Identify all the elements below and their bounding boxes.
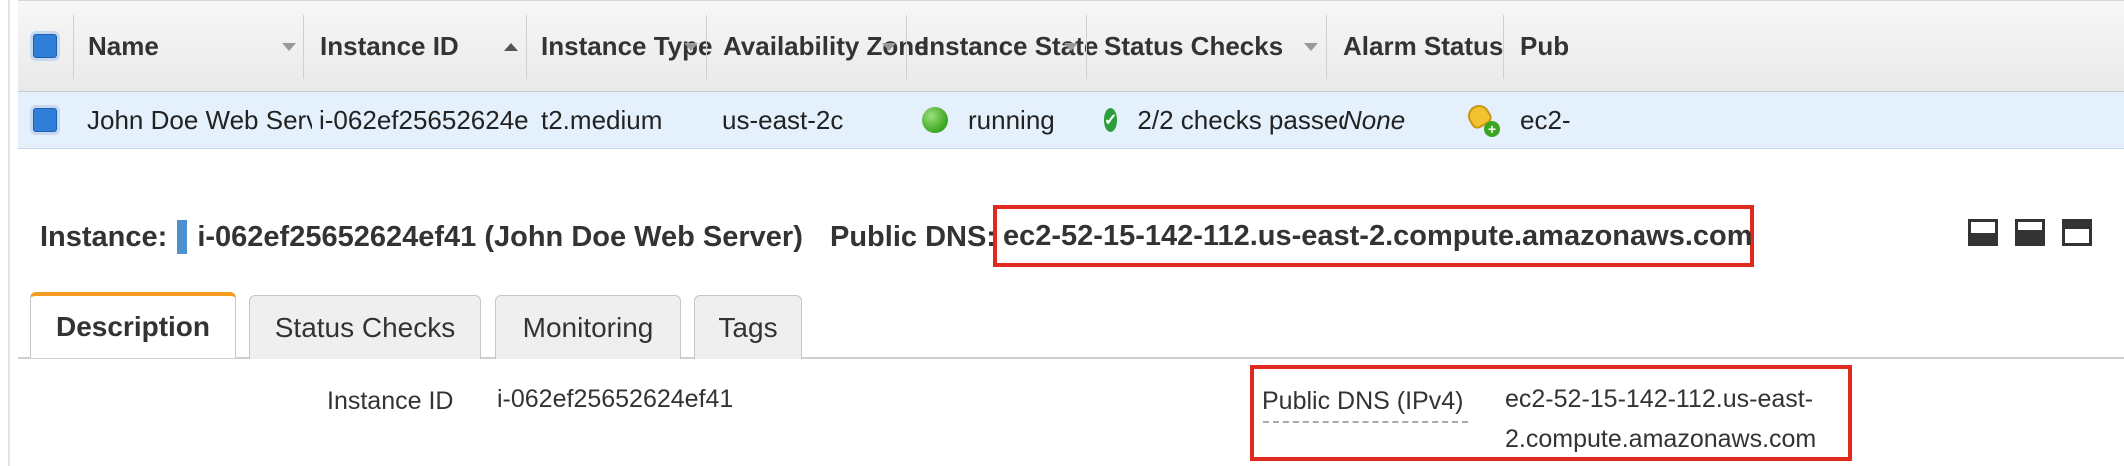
column-separator bbox=[1086, 15, 1087, 79]
layout-fill bbox=[2065, 222, 2089, 229]
sort-chevron-icon[interactable] bbox=[1064, 43, 1078, 51]
row-checkbox[interactable] bbox=[30, 105, 60, 135]
cell-public-dns: ec2- bbox=[1520, 104, 1571, 135]
layout-fill bbox=[2018, 230, 2042, 243]
column-header-availability-zone[interactable]: Availability Zone bbox=[723, 1, 943, 91]
tab-monitoring[interactable]: Monitoring bbox=[495, 295, 681, 359]
instances-table: Name Instance ID Instance Type Availabil… bbox=[0, 0, 2124, 150]
public-dns-ipv4-value-line2: 2.compute.amazonaws.com bbox=[1505, 425, 1817, 453]
cell-name: John Doe Web Server bbox=[87, 104, 312, 135]
cell-instance-state: running bbox=[922, 92, 1102, 148]
instance-id-value: i-062ef25652624ef41 bbox=[497, 385, 734, 413]
check-circle-icon: ✓ bbox=[1104, 108, 1118, 132]
sort-chevron-icon[interactable] bbox=[1304, 43, 1318, 51]
instance-label: Instance: bbox=[40, 220, 168, 253]
tab-tags[interactable]: Tags bbox=[694, 295, 802, 359]
cell-alarm-status: None bbox=[1343, 104, 1406, 135]
column-separator bbox=[1503, 15, 1504, 79]
public-dns-value[interactable]: ec2-52-15-142-112.us-east-2.compute.amaz… bbox=[1003, 220, 1753, 253]
instance-title: i-062ef25652624ef41 (John Doe Web Server… bbox=[197, 220, 803, 253]
instance-id-label: Instance ID bbox=[327, 387, 454, 415]
column-header-alarm-status[interactable]: Alarm Status bbox=[1343, 1, 1513, 91]
instance-state-text: running bbox=[968, 104, 1055, 135]
panel-layout-bottom-icon[interactable] bbox=[1968, 219, 1998, 246]
label-tooltip-underline bbox=[1263, 421, 1468, 423]
public-dns-label: Public DNS: bbox=[830, 220, 996, 253]
green-dot-icon bbox=[922, 107, 948, 133]
panel-layout-half-icon[interactable] bbox=[2015, 219, 2045, 246]
public-dns-highlight: ec2-52-15-142-112.us-east-2.compute.amaz… bbox=[993, 205, 1754, 267]
add-alarm-icon[interactable]: + bbox=[1466, 100, 1500, 137]
sort-ascending-icon[interactable] bbox=[504, 43, 518, 51]
column-separator bbox=[526, 15, 527, 79]
status-checks-text[interactable]: 2/2 checks passed bbox=[1137, 105, 1344, 136]
column-separator bbox=[706, 15, 707, 79]
cell-availability-zone: us-east-2c bbox=[722, 104, 844, 135]
public-dns-ipv4-label: Public DNS (IPv4) bbox=[1262, 387, 1464, 415]
sort-chevron-icon[interactable] bbox=[684, 43, 698, 51]
instance-color-marker bbox=[177, 220, 188, 254]
column-header-name[interactable]: Name bbox=[88, 1, 288, 91]
panel-layout-full-icon[interactable] bbox=[2062, 219, 2092, 246]
resize-handle[interactable]: ··· bbox=[1060, 198, 1120, 214]
column-header-instance-state[interactable]: Instance State bbox=[922, 1, 1112, 91]
column-separator bbox=[1326, 15, 1327, 79]
select-all-cell bbox=[30, 1, 70, 91]
layout-fill bbox=[1971, 233, 1995, 243]
column-header-status-checks[interactable]: Status Checks bbox=[1104, 1, 1304, 91]
column-separator bbox=[73, 15, 74, 79]
cell-instance-id: i-062ef25652624ef41 bbox=[319, 104, 529, 135]
plus-badge: + bbox=[1484, 121, 1500, 137]
public-dns-ipv4-value-line1: ec2-52-15-142-112.us-east- bbox=[1505, 385, 1814, 413]
column-separator bbox=[906, 15, 907, 79]
row-select-cell bbox=[30, 92, 70, 148]
table-row[interactable]: John Doe Web Server i-062ef25652624ef41 … bbox=[18, 92, 2124, 149]
select-all-checkbox[interactable] bbox=[30, 31, 60, 61]
cell-instance-type: t2.medium bbox=[541, 104, 663, 135]
sort-chevron-icon[interactable] bbox=[882, 43, 896, 51]
instance-detail-header: Instance: i-062ef25652624ef41 (John Doe … bbox=[40, 212, 803, 262]
cell-alarm-action: + bbox=[1466, 92, 1506, 148]
tab-description[interactable]: Description bbox=[30, 292, 236, 358]
column-header-public-dns[interactable]: Pub bbox=[1520, 1, 1580, 91]
cell-status-checks: ✓ 2/2 checks passed bbox=[1104, 92, 1344, 148]
column-separator bbox=[303, 15, 304, 79]
sort-chevron-icon[interactable] bbox=[282, 43, 296, 51]
tab-status-checks[interactable]: Status Checks bbox=[249, 295, 481, 359]
table-header: Name Instance ID Instance Type Availabil… bbox=[18, 0, 2124, 92]
column-header-instance-id[interactable]: Instance ID bbox=[320, 1, 510, 91]
